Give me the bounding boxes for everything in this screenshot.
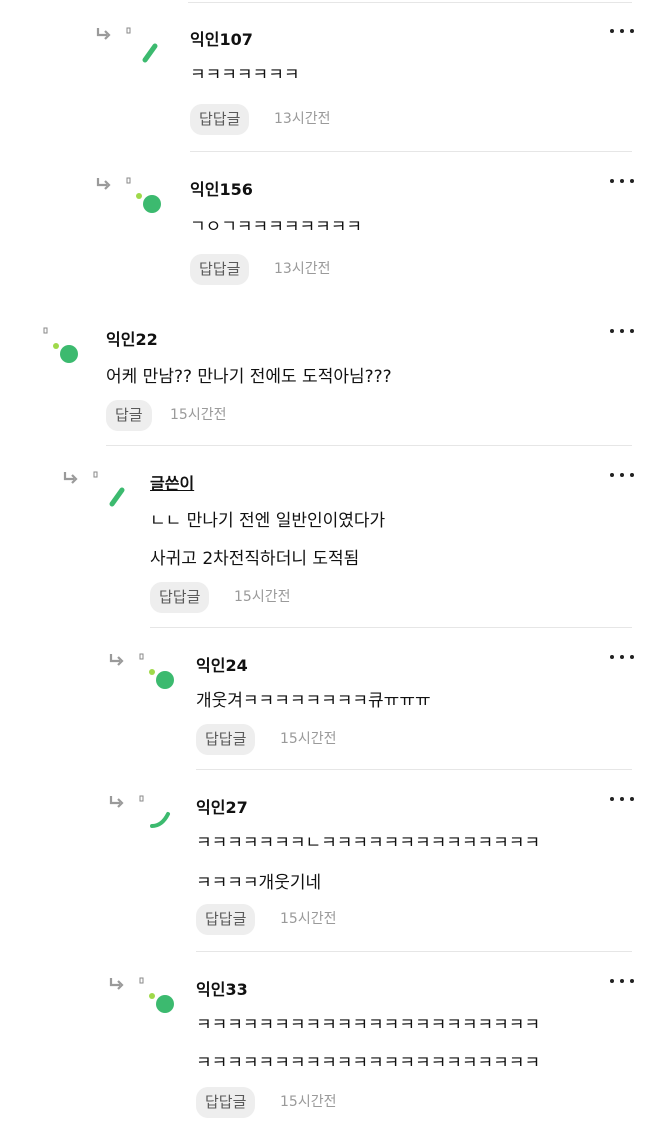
- reply-button[interactable]: 답답글: [196, 904, 256, 935]
- avatar: [125, 26, 165, 66]
- reply-arrow-icon: [62, 470, 80, 486]
- comment-divider: [106, 445, 632, 446]
- reply-button[interactable]: 답글: [106, 400, 152, 431]
- comment-divider: [150, 627, 632, 628]
- timestamp: 15시간전: [280, 731, 337, 747]
- reply-arrow-icon: [95, 176, 113, 192]
- avatar: [138, 652, 178, 692]
- reply-button[interactable]: 답답글: [190, 254, 250, 285]
- avatar: [125, 176, 165, 216]
- reply-button[interactable]: 답답글: [150, 582, 210, 613]
- comment-text: ㄴㄴ 만나기 전엔 일반인이였다가: [150, 511, 386, 531]
- comment-text: ㅋㅋㅋㅋㅋㅋㅋ: [190, 65, 300, 85]
- avatar: [138, 976, 178, 1016]
- timestamp: 15시간전: [280, 911, 337, 927]
- more-options-icon[interactable]: [610, 24, 634, 38]
- top-divider: [188, 2, 632, 3]
- comment-text: ㄱㅇㄱㅋㅋㅋㅋㅋㅋㅋㅋ: [190, 217, 363, 237]
- timestamp: 15시간전: [170, 407, 227, 423]
- comment-text: ㅋㅋㅋㅋㅋㅋㅋㅋㅋㅋㅋㅋㅋㅋㅋㅋㅋㅋㅋㅋㅋㅋ: [196, 1053, 541, 1073]
- reply-arrow-icon: [108, 794, 126, 810]
- comment-text: 개웃겨ㅋㅋㅋㅋㅋㅋㅋㅋ큐ㅠㅠㅠ: [196, 691, 431, 711]
- timestamp: 15시간전: [280, 1094, 337, 1110]
- timestamp: 13시간전: [274, 111, 331, 127]
- avatar: [42, 326, 82, 366]
- more-options-icon[interactable]: [610, 324, 634, 338]
- more-options-icon[interactable]: [610, 650, 634, 664]
- comment-text: 사귀고 2차전직하더니 도적됨: [150, 549, 360, 569]
- author-name[interactable]: 익인24: [196, 652, 248, 676]
- timestamp: 13시간전: [274, 261, 331, 277]
- avatar: [138, 794, 178, 834]
- reply-arrow-icon: [108, 976, 126, 992]
- author-name[interactable]: 글쓴이: [150, 470, 194, 494]
- comment-text: ㅋㅋㅋㅋㅋㅋㅋㅋㅋㅋㅋㅋㅋㅋㅋㅋㅋㅋㅋㅋㅋㅋ: [196, 1015, 541, 1035]
- more-options-icon[interactable]: [610, 974, 634, 988]
- reply-arrow-icon: [108, 652, 126, 668]
- comment-divider: [196, 951, 632, 952]
- more-options-icon[interactable]: [610, 792, 634, 806]
- reply-button[interactable]: 답답글: [190, 104, 250, 135]
- reply-button[interactable]: 답답글: [196, 1087, 256, 1118]
- author-name[interactable]: 익인33: [196, 976, 248, 1000]
- comment-text: ㅋㅋㅋㅋ개웃기네: [196, 873, 322, 893]
- reply-button[interactable]: 답답글: [196, 724, 256, 755]
- comment-text: 어케 만남?? 만나기 전에도 도적아님???: [106, 367, 392, 387]
- comment-text: ㅋㅋㅋㅋㅋㅋㅋㄴㅋㅋㅋㅋㅋㅋㅋㅋㅋㅋㅋㅋㅋㅋ: [196, 833, 541, 853]
- reply-arrow-icon: [95, 26, 113, 42]
- timestamp: 15시간전: [234, 589, 291, 605]
- author-name[interactable]: 익인22: [106, 326, 158, 350]
- comment-divider: [196, 769, 632, 770]
- comment-divider: [190, 151, 632, 152]
- more-options-icon[interactable]: [610, 174, 634, 188]
- author-name[interactable]: 익인156: [190, 176, 253, 200]
- author-name[interactable]: 익인107: [190, 26, 253, 50]
- author-name[interactable]: 익인27: [196, 794, 248, 818]
- avatar: [92, 470, 132, 510]
- more-options-icon[interactable]: [610, 468, 634, 482]
